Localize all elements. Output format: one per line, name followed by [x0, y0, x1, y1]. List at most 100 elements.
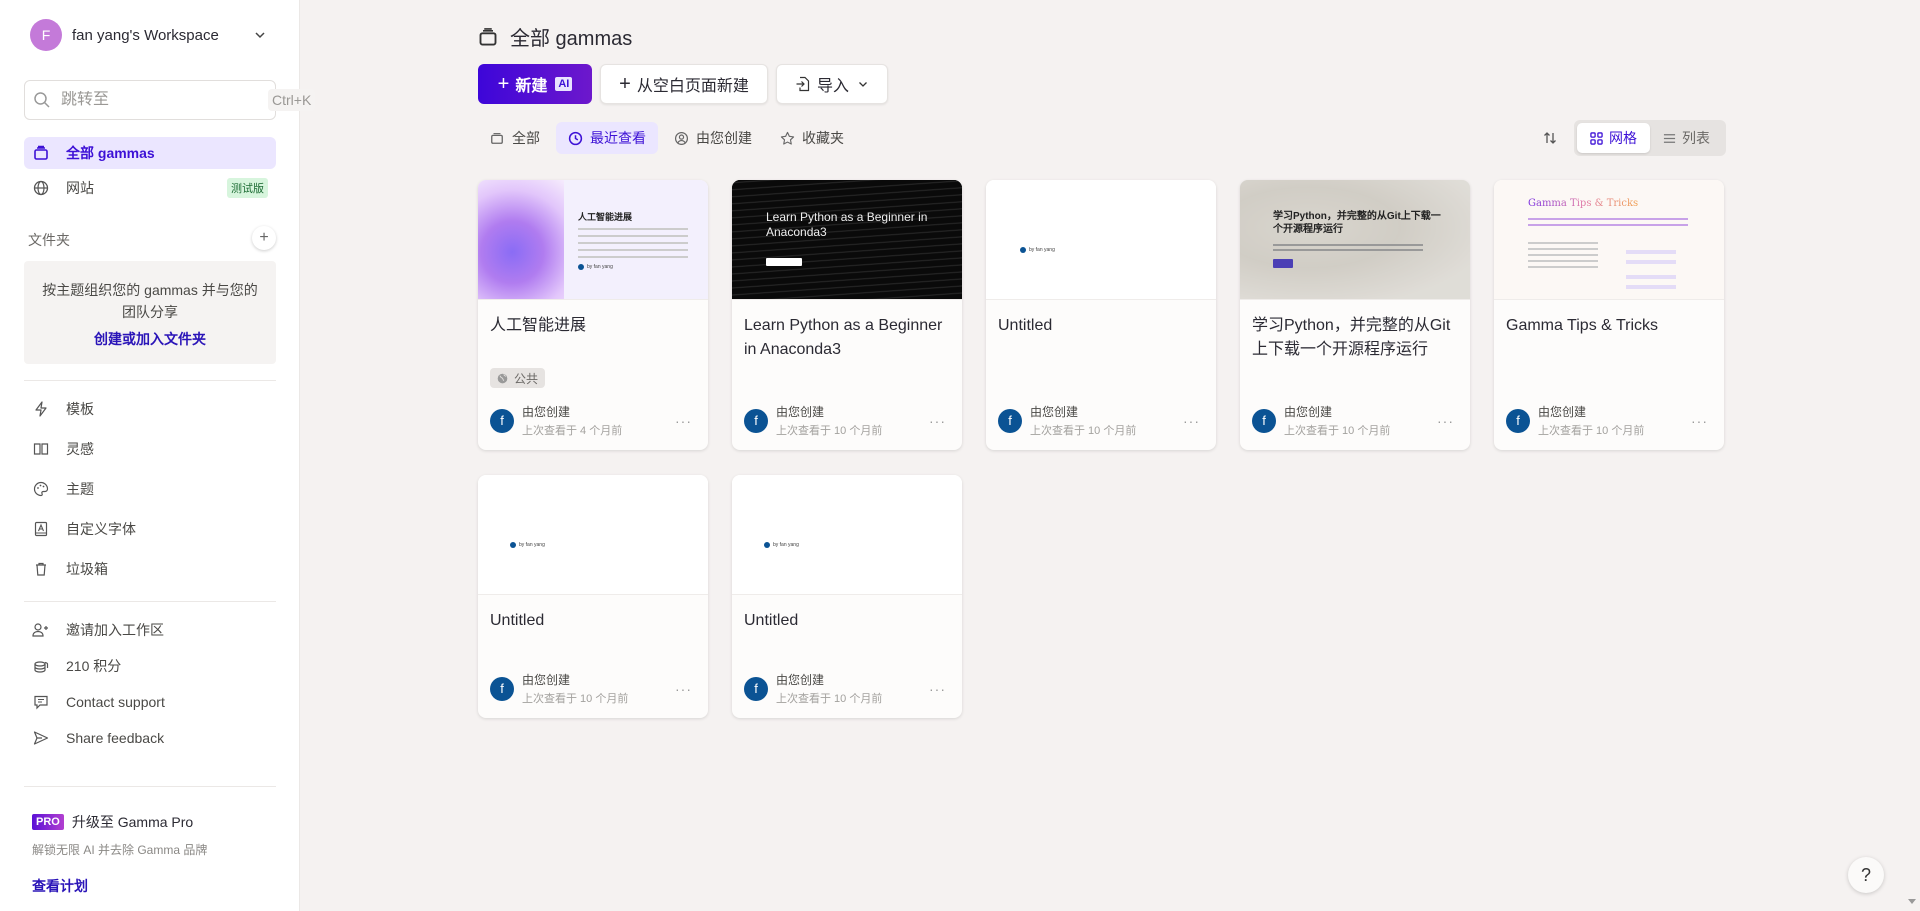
thumb-byline: by fan yang — [1020, 247, 1055, 253]
thumb-lines — [1273, 244, 1423, 246]
sidebar: F fan yang's Workspace Ctrl+K 全部 gammas … — [0, 0, 316, 911]
jump-to-search[interactable]: Ctrl+K — [24, 80, 316, 120]
view-toggle: 网格 列表 — [1574, 120, 1726, 156]
share-feedback[interactable]: Share feedback — [24, 722, 276, 754]
filter-recently-viewed[interactable]: 最近查看 — [556, 122, 658, 154]
chat-icon — [32, 693, 50, 711]
card-last-viewed: 上次查看于 10 个月前 — [1538, 425, 1645, 437]
view-plans-link[interactable]: 查看计划 — [32, 876, 88, 896]
filter-favorites[interactable]: 收藏夹 — [768, 122, 856, 154]
gamma-card[interactable]: 学习Python，并完整的从Git上下载一个开源程序运行 学习Python，并完… — [1240, 180, 1470, 450]
filter-label: 由您创建 — [696, 130, 752, 146]
beta-badge: 测试版 — [227, 178, 268, 198]
thumb-title: Gamma Tips & Tricks — [1528, 198, 1639, 209]
sidebar-item-label: 主题 — [66, 481, 94, 497]
more-options-icon[interactable]: ··· — [1179, 413, 1204, 429]
create-folder-link[interactable]: 创建或加入文件夹 — [24, 329, 276, 349]
sidebar-item-templates[interactable]: 模板 — [24, 393, 276, 425]
filter-label: 最近查看 — [590, 130, 646, 146]
card-footer: f 由您创建上次查看于 10 个月前 ··· — [1252, 403, 1458, 438]
contact-support[interactable]: Contact support — [24, 686, 276, 718]
avatar: f — [490, 676, 514, 701]
gamma-card[interactable]: 人工智能进展 by fan yang 人工智能进展 公共 f 由您创建 上次查看于… — [478, 180, 708, 450]
more-options-icon[interactable]: ··· — [925, 681, 950, 697]
upgrade-subtitle: 解锁无限 AI 并去除 Gamma 品牌 — [32, 843, 208, 857]
new-ai-button[interactable]: + 新建 AI — [478, 64, 592, 104]
card-thumbnail: Learn Python as a Beginner in Anaconda3 — [732, 180, 962, 300]
credits[interactable]: 210 积分 — [24, 650, 276, 682]
more-options-icon[interactable]: ··· — [1433, 413, 1458, 429]
more-options-icon[interactable]: ··· — [671, 413, 696, 429]
invite-to-workspace[interactable]: 邀请加入工作区 — [24, 614, 276, 646]
sidebar-item-custom-fonts[interactable]: 自定义字体 — [24, 513, 276, 545]
card-thumbnail: by fan yang — [732, 475, 962, 595]
sidebar-item-label: 自定义字体 — [66, 521, 136, 537]
filter-created-by-you[interactable]: 由您创建 — [662, 122, 764, 154]
page-title: 全部 gammas — [478, 22, 632, 51]
card-author: 由您创建 — [776, 673, 825, 687]
card-title: Learn Python as a Beginner in Anaconda3 — [744, 317, 943, 358]
plus-icon: + — [619, 72, 631, 95]
thumb-title: 学习Python，并完整的从Git上下载一个开源程序运行 — [1273, 211, 1441, 235]
chevron-down-icon — [250, 25, 270, 45]
globe-icon — [32, 179, 50, 197]
sidebar-item-label: Share feedback — [66, 730, 165, 746]
sidebar-item-sites[interactable]: 网站 测试版 — [24, 172, 276, 204]
font-icon — [32, 520, 50, 538]
card-footer: f 由您创建 上次查看于 10 个月前 ··· — [744, 671, 950, 706]
workspace-switcher[interactable]: F fan yang's Workspace — [30, 18, 270, 52]
avatar: f — [490, 408, 514, 433]
card-thumbnail: by fan yang — [986, 180, 1216, 300]
sidebar-item-label: 210 积分 — [66, 658, 122, 674]
stack-icon — [32, 144, 50, 162]
sidebar-item-label: 模板 — [66, 401, 94, 417]
stack-icon — [478, 26, 500, 48]
thumb-byline: by fan yang — [578, 264, 613, 270]
card-last-viewed: 上次查看于 10 个月前 — [522, 693, 629, 705]
card-author: 由您创建 — [1284, 405, 1333, 419]
import-button[interactable]: 导入 — [776, 64, 888, 104]
import-icon — [795, 76, 811, 92]
upgrade-title: 升级至 Gamma Pro — [71, 814, 194, 830]
sort-button[interactable] — [1538, 126, 1562, 150]
more-options-icon[interactable]: ··· — [925, 413, 950, 429]
scroll-down-arrow[interactable] — [1908, 899, 1916, 904]
card-author: 由您创建 — [1538, 405, 1587, 419]
list-icon — [1663, 132, 1676, 145]
new-from-blank-button[interactable]: + 从空白页面新建 — [600, 64, 768, 104]
send-icon — [32, 729, 50, 747]
avatar: f — [1252, 408, 1276, 433]
sidebar-item-label: 邀请加入工作区 — [66, 622, 164, 638]
gamma-card[interactable]: by fan yang Untitled f 由您创建 上次查看于 10 个月前 … — [986, 180, 1216, 450]
card-last-viewed: 上次查看于 10 个月前 — [1284, 425, 1391, 437]
filter-tabs: 全部 最近查看 由您创建 收藏夹 — [478, 122, 856, 154]
gamma-card[interactable]: by fan yang Untitled f 由您创建 上次查看于 10 个月前 … — [478, 475, 708, 718]
help-button[interactable]: ? — [1848, 857, 1884, 893]
gamma-card[interactable]: Learn Python as a Beginner in Anaconda3 … — [732, 180, 962, 450]
thumb-byline: by fan yang — [764, 542, 799, 548]
gamma-card[interactable]: by fan yang Untitled f 由您创建 上次查看于 10 个月前 … — [732, 475, 962, 718]
thumb-lines — [578, 228, 688, 230]
sidebar-item-trash[interactable]: 垃圾箱 — [24, 553, 276, 585]
plus-icon: + — [497, 72, 510, 95]
card-footer: f 由您创建 上次查看于 10 个月前 ··· — [998, 403, 1204, 438]
public-label: 公共 — [514, 371, 539, 386]
thumb-gradient — [478, 180, 564, 299]
coins-icon — [32, 657, 50, 675]
add-folder-button[interactable]: + — [252, 226, 276, 250]
thumb-button — [1273, 259, 1293, 268]
new-from-blank-label: 从空白页面新建 — [636, 78, 749, 95]
sidebar-item-all-gammas[interactable]: 全部 gammas — [24, 137, 276, 169]
list-view-label: 列表 — [1682, 130, 1710, 146]
gamma-card[interactable]: Gamma Tips & Tricks Gamma Tips & Tricks … — [1494, 180, 1724, 450]
list-view-button[interactable]: 列表 — [1650, 123, 1723, 153]
grid-view-button[interactable]: 网格 — [1577, 123, 1650, 153]
filter-all[interactable]: 全部 — [478, 122, 552, 154]
upgrade-pro[interactable]: PRO 升级至 Gamma Pro — [32, 812, 193, 832]
card-author: 由您创建 — [1030, 405, 1079, 419]
sidebar-item-themes[interactable]: 主题 — [24, 473, 276, 505]
more-options-icon[interactable]: ··· — [671, 681, 696, 697]
more-options-icon[interactable]: ··· — [1687, 413, 1712, 429]
search-input[interactable] — [61, 91, 268, 109]
sidebar-item-inspiration[interactable]: 灵感 — [24, 433, 276, 465]
